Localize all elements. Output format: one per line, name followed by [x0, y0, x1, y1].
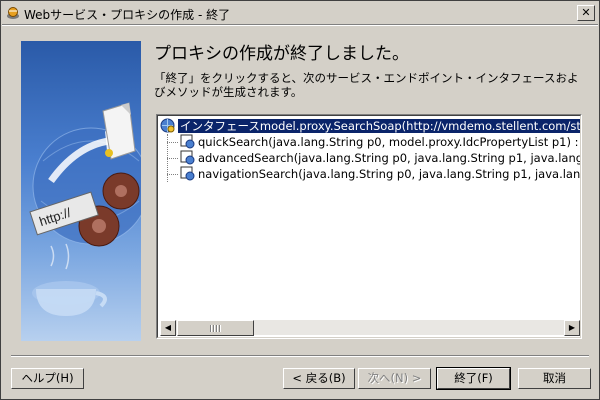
scrollbar-thumb[interactable]	[177, 320, 254, 336]
tree-item-method-label: navigationSearch(java.lang.String p0, ja…	[198, 167, 581, 181]
tree-guide-line	[167, 142, 178, 143]
app-icon	[7, 7, 19, 19]
window-title: Webサービス・プロキシの作成 - 終了	[24, 8, 231, 22]
next-button[interactable]: 次へ(N) >	[358, 368, 431, 389]
title-separator	[2, 24, 598, 26]
wizard-illustration-graphic: http://	[29, 102, 141, 316]
button-separator	[11, 355, 589, 357]
close-icon: ✕	[581, 6, 591, 19]
tree-item-method[interactable]: advancedSearch(java.lang.String p0, java…	[180, 150, 580, 166]
scroll-left-button[interactable]: ◀	[160, 320, 176, 336]
tree-item-interface-label: インタフェースmodel.proxy.SearchSoap(http://vmd…	[178, 119, 580, 133]
tree-item-method[interactable]: navigationSearch(java.lang.String p0, ja…	[180, 166, 581, 182]
scroll-right-button[interactable]: ▶	[564, 320, 580, 336]
arrow-right-icon: ▶	[568, 323, 576, 332]
tree-item-method-label: advancedSearch(java.lang.String p0, java…	[198, 151, 580, 165]
tree-item-interface[interactable]: インタフェースmodel.proxy.SearchSoap(http://vmd…	[160, 118, 580, 134]
interface-icon	[160, 118, 175, 133]
endpoint-tree[interactable]: インタフェースmodel.proxy.SearchSoap(http://vmd…	[156, 114, 582, 339]
page-description: 「終了」をクリックすると、次のサービス・エンドポイント・インタフェースおよびメソ…	[154, 71, 579, 99]
arrow-left-icon: ◀	[164, 323, 172, 332]
method-icon	[180, 166, 195, 181]
finish-button[interactable]: 終了(F)	[436, 367, 511, 390]
tree-guide-line	[167, 158, 178, 159]
dialog-window: Webサービス・プロキシの作成 - 終了 ✕ http:// プロキシの作成が終…	[0, 0, 600, 400]
tree-guide-line	[167, 174, 178, 175]
tree-item-method-label: quickSearch(java.lang.String p0, model.p…	[198, 135, 580, 149]
tree-item-method[interactable]: quickSearch(java.lang.String p0, model.p…	[180, 134, 580, 150]
wizard-illustration: http://	[21, 41, 141, 341]
back-button[interactable]: < 戻る(B)	[283, 368, 355, 389]
endpoint-tree-viewport: インタフェースmodel.proxy.SearchSoap(http://vmd…	[157, 115, 581, 338]
horizontal-scrollbar[interactable]: ◀ ▶	[160, 320, 580, 336]
method-icon	[180, 134, 195, 149]
close-button[interactable]: ✕	[577, 5, 595, 21]
grip-icon	[210, 325, 222, 332]
title-bar[interactable]: Webサービス・プロキシの作成 - 終了 ✕	[2, 2, 598, 24]
cancel-button[interactable]: 取消	[518, 368, 591, 389]
method-icon	[180, 150, 195, 165]
help-button[interactable]: ヘルプ(H)	[11, 368, 84, 389]
page-heading: プロキシの作成が終了しました。	[154, 44, 409, 64]
